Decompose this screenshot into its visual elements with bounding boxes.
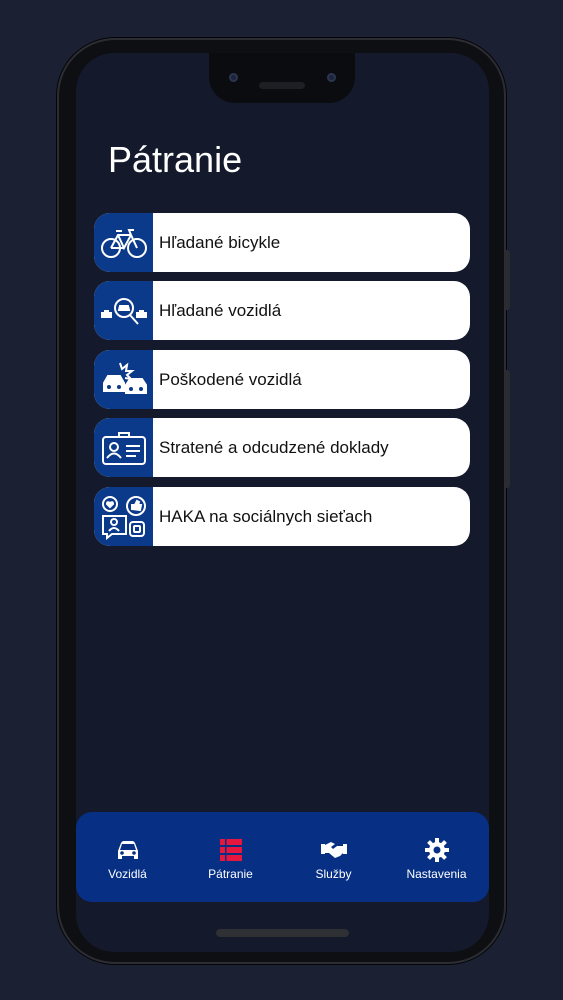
car-icon	[76, 838, 179, 864]
page-title: Pátranie	[108, 139, 243, 180]
camera-notch	[209, 53, 355, 103]
menu-item-damaged-vehicles[interactable]: Poškodené vozidlá	[94, 350, 470, 409]
menu-item-vehicles[interactable]: Hľadané vozidlá	[94, 281, 470, 340]
earpiece-speaker	[259, 82, 305, 89]
handshake-icon	[282, 838, 385, 864]
menu-item-bicycles[interactable]: Hľadané bicykle	[94, 213, 470, 272]
power-button	[505, 250, 510, 310]
front-camera	[229, 73, 238, 82]
menu-item-label: Hľadané vozidlá	[159, 301, 282, 320]
tab-vozidla[interactable]: Vozidlá	[76, 812, 179, 902]
list-icon	[179, 838, 282, 864]
home-indicator	[216, 929, 349, 937]
car-search-icon	[94, 281, 153, 340]
volume-button	[505, 370, 510, 488]
bicycle-icon	[94, 213, 153, 272]
gear-icon	[385, 838, 488, 864]
tab-label: Vozidlá	[108, 867, 147, 881]
menu-item-lost-documents[interactable]: Stratené a odcudzené doklady	[94, 418, 470, 477]
front-sensor	[327, 73, 336, 82]
tab-patranie[interactable]: Pátranie	[179, 812, 282, 902]
tab-nastavenia[interactable]: Nastavenia	[385, 812, 488, 902]
id-card-icon	[94, 418, 153, 477]
menu-item-social-media[interactable]: HAKA na sociálnych sieťach	[94, 487, 470, 546]
menu-item-label: Stratené a odcudzené doklady	[159, 438, 389, 457]
bottom-tab-bar: Vozidlá Pátranie Služby Nastavenia	[76, 812, 489, 902]
tab-label: Služby	[315, 867, 352, 881]
menu-item-label: Hľadané bicykle	[159, 233, 281, 252]
tab-sluzby[interactable]: Služby	[282, 812, 385, 902]
app-screen: Pátranie Hľadané bicykle Hľadané vozidlá	[76, 53, 489, 952]
car-crash-icon	[94, 350, 153, 409]
tab-label: Nastavenia	[406, 867, 467, 881]
social-media-icon	[94, 487, 153, 546]
menu-item-label: Poškodené vozidlá	[159, 370, 302, 389]
menu-item-label: HAKA na sociálnych sieťach	[159, 507, 373, 526]
tab-label: Pátranie	[208, 867, 253, 881]
